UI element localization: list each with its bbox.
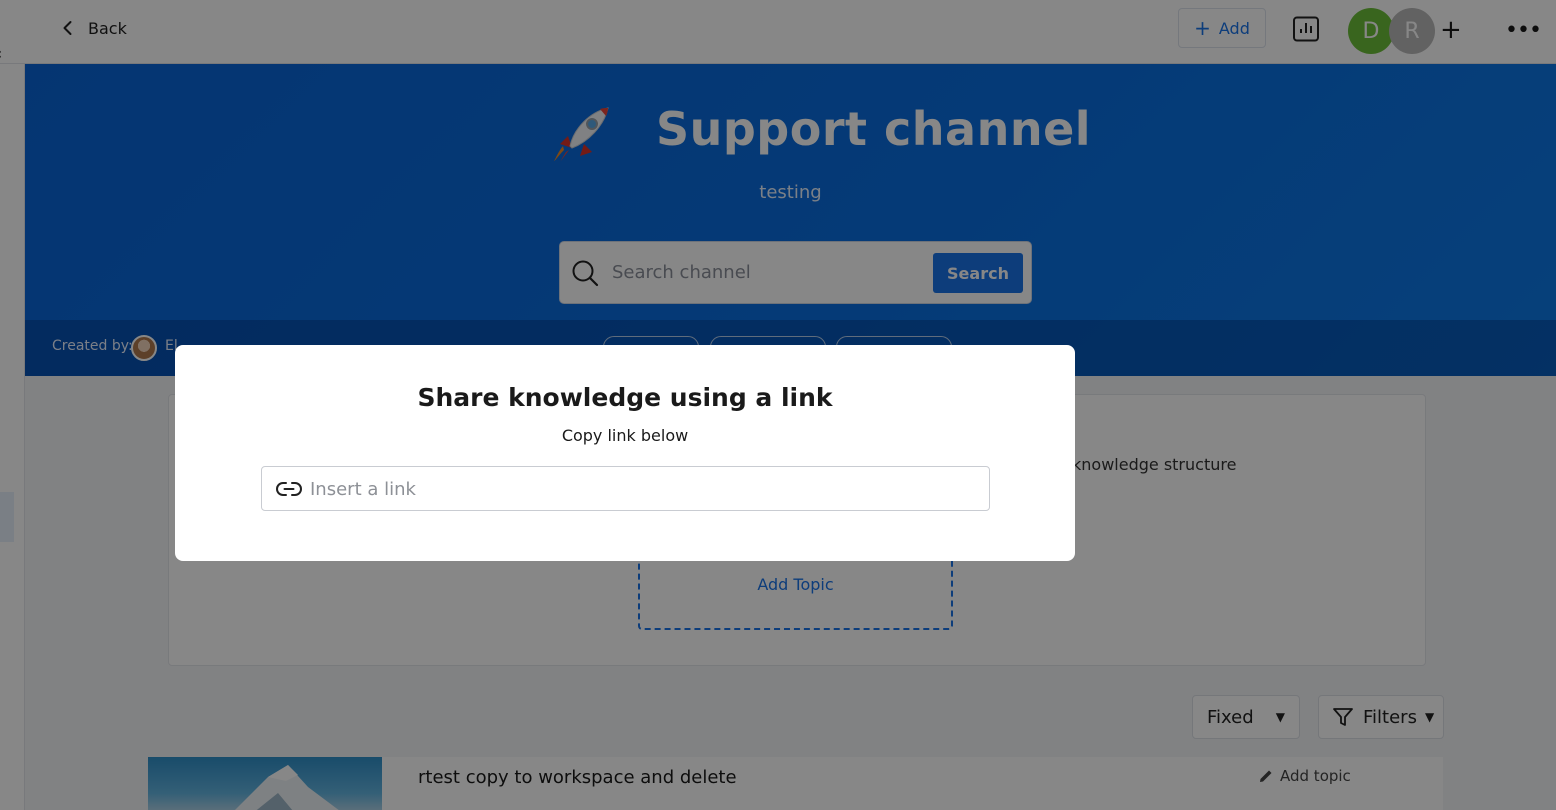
modal-subtitle: Copy link below <box>561 426 689 445</box>
link-field[interactable] <box>261 466 990 511</box>
link-input[interactable] <box>310 473 980 505</box>
share-link-modal: Share knowledge using a link Copy link b… <box>175 345 1075 561</box>
link-icon <box>276 482 302 496</box>
modal-title: Share knowledge using a link <box>417 383 833 412</box>
